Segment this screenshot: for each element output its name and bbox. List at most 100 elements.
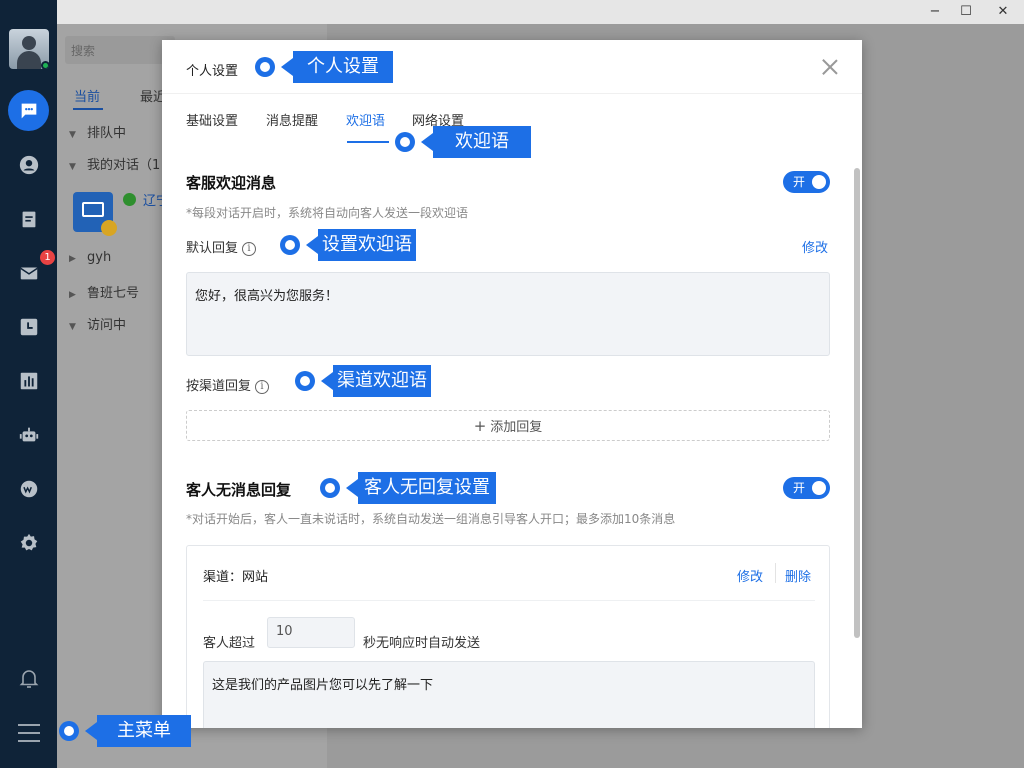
callout-main-menu: 主菜单: [59, 715, 191, 747]
tree-item-gyh[interactable]: ▶ gyh: [69, 250, 111, 265]
callout-text: 欢迎语: [433, 126, 531, 158]
tab-current[interactable]: 当前: [74, 86, 100, 105]
nav-stats[interactable]: [8, 360, 49, 401]
tree-item-label: 我的对话（1: [87, 158, 161, 173]
no-reply-description: *对话开始后，客人一直未说话时，系统自动发送一组消息引导客人开口；最多添加10条…: [186, 512, 676, 526]
default-greeting-box[interactable]: 您好，很高兴为您服务！: [186, 272, 830, 356]
welcome-section-title: 客服欢迎消息: [186, 174, 277, 192]
timeout-seconds-input[interactable]: 10: [267, 617, 355, 648]
link-icon: [123, 193, 136, 206]
conversation-avatar[interactable]: [73, 192, 117, 236]
edit-channel-link[interactable]: 修改: [737, 566, 763, 585]
default-reply-text: 默认回复: [186, 241, 239, 256]
unread-badge: 1: [40, 250, 55, 265]
avatar[interactable]: [9, 29, 49, 69]
maximize-button[interactable]: ☐: [949, 2, 983, 22]
mail-icon: [19, 267, 38, 279]
chevron-down-icon: ▼: [69, 322, 76, 332]
marker-icon: [295, 371, 315, 391]
callout-text: 个人设置: [293, 51, 393, 83]
nav-mail[interactable]: 1: [8, 250, 55, 293]
history-icon: [20, 318, 37, 335]
tree-item-luban[interactable]: ▶ 鲁班七号: [69, 282, 139, 301]
tree-item-my-conversations[interactable]: ▼ 我的对话（1: [69, 154, 160, 173]
chevron-down-icon: ▼: [69, 130, 76, 140]
tab-welcome[interactable]: 欢迎语: [346, 110, 385, 129]
window-titlebar: − ☐ ✕: [57, 0, 1024, 24]
channel-reply-label: 按渠道回复 i: [186, 375, 270, 394]
nav-weibo[interactable]: [8, 468, 49, 509]
tree-item-label: 鲁班七号: [87, 286, 140, 301]
left-navigation: 1: [0, 0, 57, 768]
tree-item-queue[interactable]: ▼ 排队中: [69, 122, 126, 141]
chevron-right-icon: ▶: [69, 254, 76, 264]
contacts-icon: [19, 155, 38, 174]
close-icon[interactable]: [820, 57, 840, 77]
timeout-prefix: 客人超过: [203, 636, 256, 651]
callout-welcome: 欢迎语: [395, 126, 531, 158]
modal-title: 个人设置: [186, 64, 239, 79]
welcome-description: *每段对话开启时，系统将自动向客人发送一段欢迎语: [186, 206, 469, 220]
plus-icon: +: [473, 417, 487, 435]
delete-channel-link[interactable]: 删除: [785, 566, 811, 585]
robot-icon: [19, 427, 38, 441]
info-icon[interactable]: i: [242, 242, 257, 256]
chevron-right-icon: ▶: [69, 290, 76, 300]
default-reply-label: 默认回复 i: [186, 237, 257, 256]
divider: [775, 563, 776, 583]
tree-item-label: 访问中: [87, 318, 127, 333]
nav-chat[interactable]: [8, 90, 49, 131]
callout-personal-settings: 个人设置: [255, 51, 393, 83]
tree-item-label: 排队中: [87, 126, 127, 141]
divider: [162, 93, 862, 94]
callout-no-reply: 客人无回复设置: [320, 472, 496, 504]
add-reply-button[interactable]: + 添加回复: [186, 410, 830, 441]
marker-icon: [320, 478, 340, 498]
callout-text: 主菜单: [97, 715, 191, 747]
auto-message-box[interactable]: 这是我们的产品图片您可以先了解一下: [203, 661, 815, 728]
callout-text: 客人无回复设置: [358, 472, 496, 504]
stats-icon: [20, 372, 37, 389]
minimize-button[interactable]: −: [918, 2, 952, 22]
tree-item-label: gyh: [87, 250, 112, 265]
edit-default-reply-link[interactable]: 修改: [802, 237, 828, 256]
nav-tasks[interactable]: [8, 198, 49, 239]
search-input[interactable]: 搜索: [65, 36, 175, 64]
gear-icon: [20, 533, 37, 550]
marker-icon: [395, 132, 415, 152]
toggle-label: 开: [793, 175, 806, 189]
channel-card: 渠道：网站 修改 删除 客人超过 10 秒无响应时自动发送 这是我们的产品图片您…: [186, 545, 830, 728]
online-status-dot: [41, 61, 49, 69]
callout-text: 渠道欢迎语: [333, 365, 431, 397]
tab-message-alerts[interactable]: 消息提醒: [266, 110, 318, 129]
scrollbar[interactable]: [854, 168, 860, 638]
welcome-toggle[interactable]: 开: [783, 171, 830, 193]
no-reply-toggle[interactable]: 开: [783, 477, 830, 499]
marker-icon: [59, 721, 79, 741]
clipboard-icon: [22, 211, 35, 227]
tab-underline: [73, 108, 103, 110]
channel-reply-text: 按渠道回复: [186, 379, 252, 394]
hamburger-icon[interactable]: [18, 724, 40, 742]
close-window-button[interactable]: ✕: [986, 2, 1020, 22]
no-reply-section-title: 客人无消息回复: [186, 481, 292, 499]
tab-basic-settings[interactable]: 基础设置: [186, 110, 238, 129]
callout-text: 设置欢迎语: [318, 229, 416, 261]
bell-icon[interactable]: [17, 666, 41, 690]
chat-icon: [21, 103, 36, 118]
chevron-down-icon: ▼: [69, 162, 76, 172]
callout-channel-welcome: 渠道欢迎语: [295, 365, 431, 397]
add-reply-label: 添加回复: [490, 420, 543, 435]
nav-contacts[interactable]: [8, 144, 49, 185]
nav-settings[interactable]: [8, 522, 49, 563]
info-icon[interactable]: i: [255, 380, 270, 394]
timeout-suffix: 秒无响应时自动发送: [363, 636, 481, 651]
marker-icon: [280, 235, 300, 255]
toggle-label: 开: [793, 481, 806, 495]
tree-item-visiting[interactable]: ▼ 访问中: [69, 314, 126, 333]
nav-robot[interactable]: [8, 414, 49, 455]
callout-set-welcome: 设置欢迎语: [280, 229, 416, 261]
marker-icon: [255, 57, 275, 77]
active-tab-indicator: [347, 141, 389, 143]
nav-history[interactable]: [8, 306, 49, 347]
